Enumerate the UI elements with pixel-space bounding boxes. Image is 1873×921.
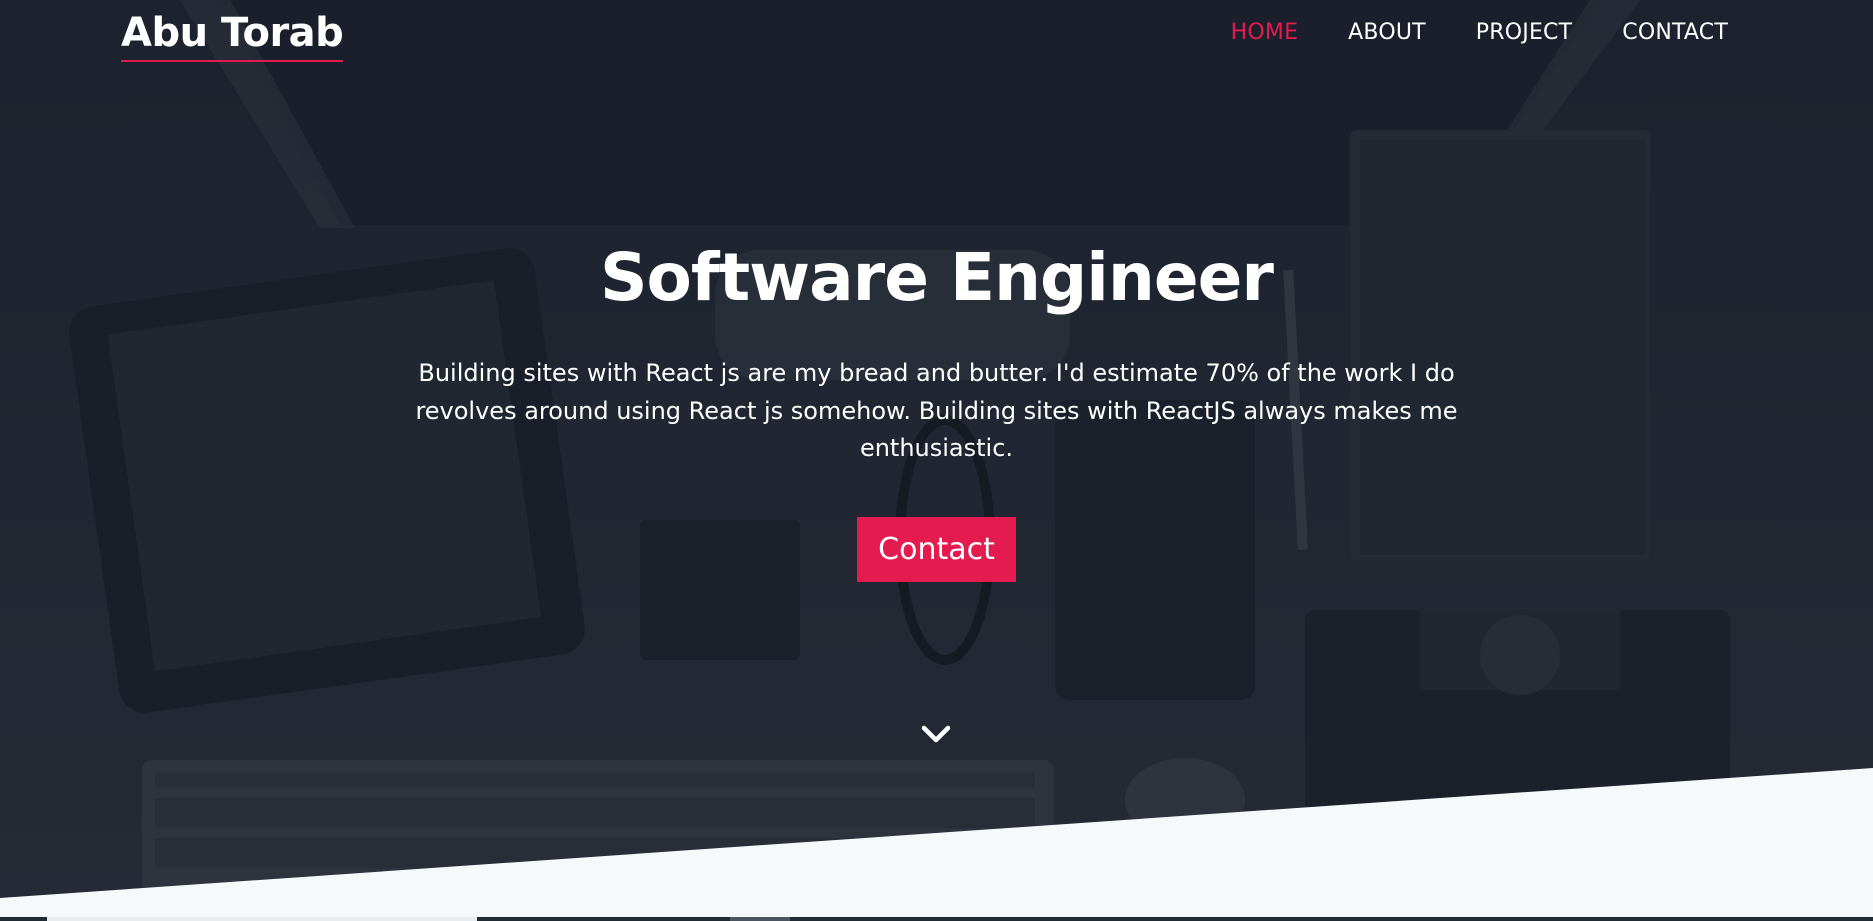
hero-section: Abu Torab HOME ABOUT PROJECT CONTACT Sof… — [0, 0, 1873, 921]
chevron-down-icon[interactable] — [920, 723, 952, 745]
nav-item-about[interactable]: ABOUT — [1348, 19, 1426, 47]
nav-item-contact[interactable]: CONTACT — [1622, 19, 1728, 47]
top-navbar: Abu Torab HOME ABOUT PROJECT CONTACT — [0, 0, 1873, 70]
next-section-tab — [47, 917, 477, 921]
next-section-marker — [730, 917, 790, 921]
brand-logo[interactable]: Abu Torab — [121, 8, 344, 62]
nav-item-home[interactable]: HOME — [1231, 19, 1299, 47]
hero-title: Software Engineer — [600, 239, 1274, 316]
hero-content: Software Engineer Building sites with Re… — [0, 235, 1873, 582]
hero-description: Building sites with React js are my brea… — [415, 359, 1458, 462]
main-nav: HOME ABOUT PROJECT CONTACT — [1231, 19, 1728, 47]
contact-button[interactable]: Contact — [857, 516, 1016, 582]
nav-item-project[interactable]: PROJECT — [1476, 19, 1572, 47]
next-section-edge — [0, 917, 1873, 921]
